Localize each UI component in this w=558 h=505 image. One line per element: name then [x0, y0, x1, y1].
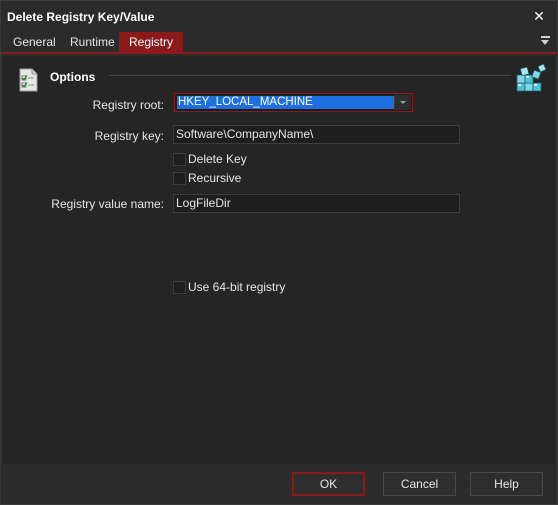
cancel-button[interactable]: Cancel	[383, 472, 456, 496]
ok-button[interactable]: OK	[292, 472, 365, 496]
delete-key-label: Delete Key	[188, 152, 247, 166]
chevron-down-icon[interactable]	[394, 95, 411, 110]
tab-bar: General Runtime Registry	[1, 32, 557, 54]
registry-key-input[interactable]: Software\CompanyName\	[173, 125, 460, 144]
section-divider	[109, 75, 511, 77]
use-64bit-label: Use 64-bit registry	[188, 280, 286, 294]
tab-general[interactable]: General	[3, 32, 66, 54]
tab-registry[interactable]: Registry	[119, 32, 184, 54]
recursive-box[interactable]	[173, 172, 186, 185]
registry-key-label: Registry key:	[94, 129, 164, 143]
use-64bit-box[interactable]	[173, 281, 186, 294]
delete-key-box[interactable]	[173, 153, 186, 166]
registry-root-value: HKEY_LOCAL_MACHINE	[177, 96, 394, 109]
recursive-label: Recursive	[188, 171, 242, 185]
help-button[interactable]: Help	[470, 472, 543, 496]
section-title: Options	[50, 70, 96, 84]
close-icon[interactable]: ✕	[527, 4, 551, 28]
content-panel: Options Registry root: HKEY_LOCAL_MACHIN…	[3, 56, 555, 464]
overflow-menu-icon[interactable]	[539, 35, 551, 49]
registry-cubes-icon	[514, 63, 548, 97]
tab-runtime[interactable]: Runtime	[60, 32, 125, 54]
registry-value-name-input[interactable]: LogFileDir	[173, 194, 460, 213]
window-title: Delete Registry Key/Value	[7, 10, 155, 24]
checklist-icon	[18, 68, 40, 92]
title-bar: Delete Registry Key/Value ✕	[1, 1, 557, 32]
registry-value-name-label: Registry value name:	[51, 197, 164, 211]
registry-root-label: Registry root:	[92, 98, 164, 112]
dialog-window: Delete Registry Key/Value ✕ General Runt…	[0, 0, 558, 505]
button-bar: OK Cancel Help	[1, 464, 557, 504]
registry-root-select[interactable]: HKEY_LOCAL_MACHINE	[174, 93, 413, 112]
